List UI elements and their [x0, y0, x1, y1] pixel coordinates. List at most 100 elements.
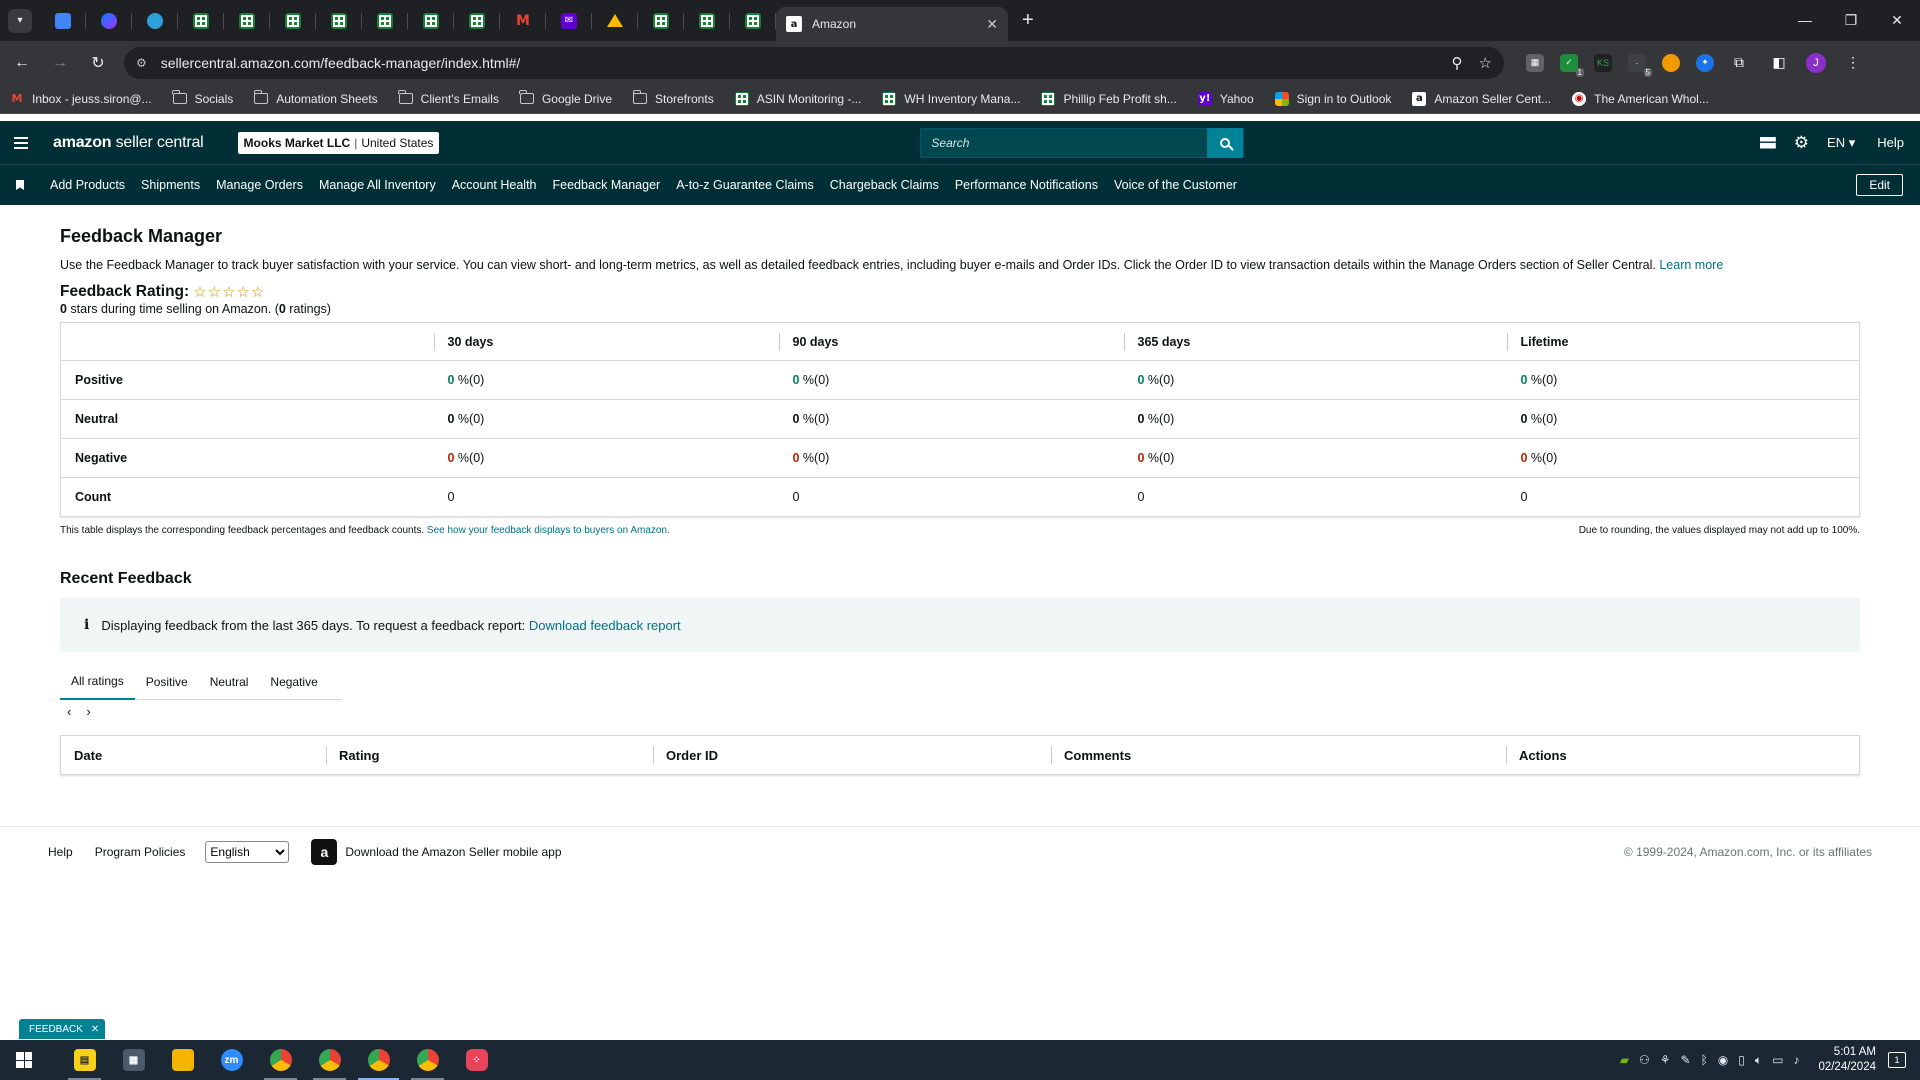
learn-more-link[interactable]: Learn more	[1659, 258, 1723, 272]
bookmark-folder[interactable]: Socials	[172, 90, 233, 106]
tab-all-ratings[interactable]: All ratings	[60, 664, 135, 700]
extensions-puzzle-icon[interactable]: ⧉	[1730, 54, 1748, 72]
zoom-icon[interactable]: ⚲	[1452, 54, 1463, 72]
tab-telegram[interactable]	[132, 0, 178, 41]
people-icon[interactable]: ⚇	[1639, 1053, 1650, 1067]
blue-extension-icon[interactable]: ✦	[1696, 53, 1714, 72]
forward-icon[interactable]: →	[44, 54, 76, 72]
taskbar-app[interactable]: ⁘	[452, 1040, 501, 1080]
search-button[interactable]	[1207, 127, 1244, 158]
nav-account-health[interactable]: Account Health	[452, 178, 537, 192]
qr-extension-icon[interactable]: ▦	[1526, 53, 1544, 72]
column-header-date[interactable]: Date	[61, 735, 326, 775]
tray-app-icon[interactable]: ⚘	[1660, 1053, 1671, 1067]
tab-sheets-8[interactable]	[638, 0, 684, 41]
back-icon[interactable]: ←	[6, 54, 38, 72]
windows-start-icon[interactable]	[16, 1052, 32, 1068]
help-link[interactable]: Help	[1877, 135, 1904, 150]
site-info-icon[interactable]: ⚙	[136, 56, 147, 70]
bookmark-folder[interactable]: Storefronts	[632, 90, 714, 106]
zoom-tray-icon[interactable]: ◉	[1718, 1053, 1728, 1067]
bookmark-icon[interactable]	[16, 180, 24, 190]
store-selector[interactable]: Mooks Market LLC | United States	[237, 131, 440, 154]
column-header-order-id[interactable]: Order ID	[653, 735, 1051, 775]
tab-sheets-2[interactable]	[224, 0, 270, 41]
search-input[interactable]	[921, 135, 1208, 150]
nav-chargeback-claims[interactable]: Chargeback Claims	[830, 178, 939, 192]
tab-positive[interactable]: Positive	[135, 664, 199, 700]
bookmark-folder[interactable]: Google Drive	[519, 90, 612, 106]
bookmark-folder[interactable]: Client's Emails	[398, 90, 499, 106]
tab-negative[interactable]: Negative	[259, 664, 328, 700]
nav-a-to-z-claims[interactable]: A-to-z Guarantee Claims	[676, 178, 814, 192]
bluetooth-icon[interactable]: ᛒ	[1701, 1053, 1708, 1067]
side-panel-icon[interactable]: ◧	[1770, 54, 1788, 72]
network-icon[interactable]: ▭	[1772, 1053, 1783, 1067]
volume-icon[interactable]: 🔈︎	[1755, 1053, 1762, 1068]
browser-menu-icon[interactable]: ⋮	[1844, 54, 1862, 72]
battery-icon[interactable]: ▯	[1738, 1053, 1745, 1067]
taskbar-zoom[interactable]: zm	[207, 1040, 256, 1080]
microphone-icon[interactable]: ♪	[1793, 1053, 1799, 1067]
keepa-extension-icon[interactable]: KS	[1594, 53, 1612, 72]
tab-sheets-1[interactable]	[178, 0, 224, 41]
download-app-link[interactable]: a Download the Amazon Seller mobile app	[311, 838, 562, 865]
tab-close-icon[interactable]: ✕	[986, 16, 998, 33]
nav-manage-orders[interactable]: Manage Orders	[216, 178, 303, 192]
clock[interactable]: 5:01 AM 02/24/2024	[1818, 1045, 1876, 1075]
footer-program-policies-link[interactable]: Program Policies	[95, 845, 186, 859]
footer-language-select[interactable]: English	[205, 840, 290, 863]
nav-feedback-manager[interactable]: Feedback Manager	[553, 178, 661, 192]
address-bar[interactable]: ⚙ sellercentral.amazon.com/feedback-mana…	[124, 46, 1504, 79]
close-icon[interactable]: ✕	[91, 1024, 99, 1035]
taskbar-chrome-3[interactable]	[354, 1040, 403, 1080]
nav-voice-of-customer[interactable]: Voice of the Customer	[1114, 178, 1237, 192]
url-text[interactable]: sellercentral.amazon.com/feedback-manage…	[161, 55, 1436, 71]
taskbar-file-explorer[interactable]	[158, 1040, 207, 1080]
taskbar-chrome-2[interactable]	[305, 1040, 354, 1080]
bookmark-folder[interactable]: Automation Sheets	[253, 90, 378, 106]
footer-help-link[interactable]: Help	[48, 845, 73, 859]
notification-icon[interactable]: 1	[1888, 1052, 1906, 1068]
reload-icon[interactable]: ↻	[82, 53, 114, 73]
tab-google-drive[interactable]	[592, 0, 638, 41]
bookmark-item[interactable]: a Amazon Seller Cent...	[1412, 91, 1551, 106]
bookmark-item[interactable]: Sign in to Outlook	[1274, 91, 1391, 106]
extension-5-icon[interactable]: · 5	[1628, 53, 1652, 77]
extension-badge-icon[interactable]: ✓ 1	[1560, 53, 1584, 77]
edit-nav-button[interactable]: Edit	[1856, 174, 1903, 196]
mail-icon[interactable]	[1759, 136, 1776, 149]
tab-amazon-active[interactable]: a Amazon ✕	[776, 7, 1008, 41]
tab-sheets-6[interactable]	[408, 0, 454, 41]
tab-sheets-3[interactable]	[270, 0, 316, 41]
language-selector[interactable]: EN ▾	[1827, 135, 1855, 151]
tab-sheets-4[interactable]	[316, 0, 362, 41]
bookmark-item[interactable]: ◉ The American Whol...	[1572, 91, 1709, 106]
bookmark-item[interactable]: Phillip Feb Profit sh...	[1041, 91, 1177, 106]
nav-add-products[interactable]: Add Products	[50, 178, 125, 192]
feedback-widget-button[interactable]: FEEDBACK ✕	[19, 1019, 106, 1039]
profile-avatar[interactable]: J	[1806, 52, 1826, 73]
tab-sheets-9[interactable]	[684, 0, 730, 41]
tab-yahoo[interactable]: ✉	[546, 0, 592, 41]
tab-sheets-7[interactable]	[454, 0, 500, 41]
download-feedback-report-link[interactable]: Download feedback report	[529, 618, 681, 633]
taskbar-sticky-notes[interactable]: ▤	[60, 1040, 109, 1080]
tab-neutral[interactable]: Neutral	[199, 664, 260, 700]
taskbar-chrome-1[interactable]	[256, 1040, 305, 1080]
nvidia-icon[interactable]: ▰	[1620, 1053, 1629, 1067]
nav-manage-all-inventory[interactable]: Manage All Inventory	[319, 178, 436, 192]
tab-search-button[interactable]: ▾	[8, 8, 32, 33]
minimize-icon[interactable]: —	[1782, 12, 1828, 29]
taskbar-chrome-4[interactable]	[403, 1040, 452, 1080]
tab-sheets-10[interactable]	[730, 0, 776, 41]
tab-google-docs[interactable]	[40, 0, 86, 41]
bookmark-star-icon[interactable]: ☆	[1479, 54, 1492, 72]
pen-icon[interactable]: ✎	[1681, 1053, 1691, 1067]
restore-icon[interactable]: ❐	[1828, 12, 1874, 29]
feedback-display-link[interactable]: See how your feedback displays to buyers…	[427, 525, 670, 536]
tab-gmail[interactable]: M	[500, 0, 546, 41]
bookmark-item[interactable]: y! Yahoo	[1197, 91, 1254, 106]
bookmark-item[interactable]: ASIN Monitoring -...	[734, 91, 861, 106]
hamburger-menu-icon[interactable]	[14, 134, 28, 152]
